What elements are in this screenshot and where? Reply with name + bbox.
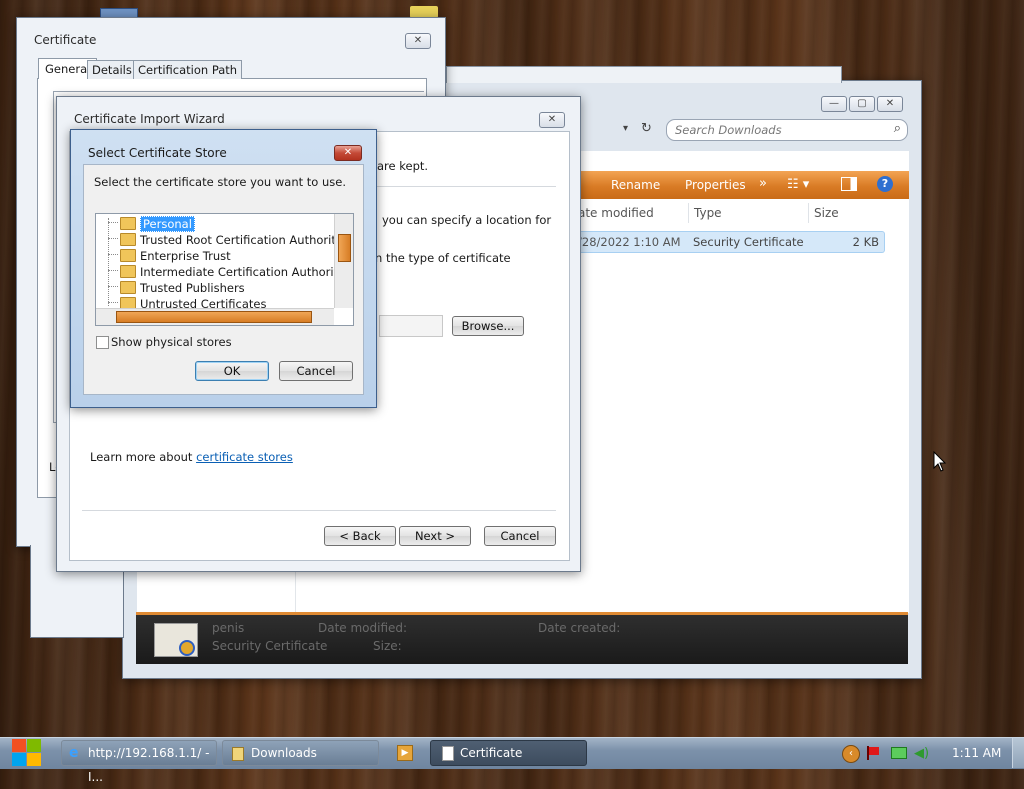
next-button[interactable]: Next > bbox=[399, 526, 471, 546]
taskbar-clock[interactable]: 1:11 AM bbox=[952, 746, 1001, 760]
browse-button[interactable]: Browse... bbox=[452, 316, 524, 336]
wizard-footer-separator bbox=[82, 510, 556, 511]
column-divider bbox=[808, 203, 809, 223]
search-box[interactable]: Search Downloads ⌕ bbox=[666, 119, 908, 141]
wizard-text-location: you can specify a location for bbox=[382, 213, 552, 227]
file-row-selected[interactable]: /28/2022 1:10 AM Security Certificate 2 … bbox=[578, 231, 885, 253]
network-icon[interactable] bbox=[891, 747, 907, 759]
minimize-button[interactable]: — bbox=[821, 96, 847, 112]
select-store-prompt: Select the certificate store you want to… bbox=[94, 175, 346, 189]
learn-more-label: Learn more about bbox=[90, 450, 197, 464]
tree-connector bbox=[108, 302, 118, 303]
start-button[interactable] bbox=[10, 738, 42, 766]
store-path-field[interactable] bbox=[379, 315, 443, 337]
show-desktop-button[interactable] bbox=[1012, 738, 1024, 768]
more-button[interactable]: » bbox=[759, 176, 767, 191]
folder-icon bbox=[232, 747, 244, 761]
tray-back-icon[interactable]: ‹ bbox=[842, 745, 860, 763]
tree-connector bbox=[108, 254, 118, 255]
help-icon[interactable]: ? bbox=[877, 176, 893, 192]
view-icon[interactable]: ☷ ▾ bbox=[787, 177, 809, 192]
back-button[interactable]: < Back bbox=[324, 526, 396, 546]
search-input[interactable]: Search Downloads bbox=[675, 123, 782, 137]
rename-button[interactable]: Rename bbox=[611, 178, 660, 192]
column-date-modified[interactable]: ate modified bbox=[578, 203, 654, 223]
tab-details[interactable]: Details bbox=[87, 60, 137, 79]
tree-item-trusted-root[interactable]: Trusted Root Certification Authorities bbox=[140, 232, 352, 248]
wizard-text-kept: are kept. bbox=[377, 159, 429, 173]
ok-button[interactable]: OK bbox=[195, 361, 269, 381]
tree-item-trusted-publishers[interactable]: Trusted Publishers bbox=[140, 280, 245, 296]
learn-more-text: Learn more about certificate stores bbox=[90, 450, 293, 464]
details-filetype: Security Certificate bbox=[212, 639, 328, 653]
media-player-icon[interactable]: ▶ bbox=[397, 745, 413, 761]
folder-icon bbox=[120, 249, 136, 262]
properties-button[interactable]: Properties bbox=[685, 178, 746, 192]
details-size-label: Size: bbox=[373, 639, 402, 653]
details-pane: penis Security Certificate Date modified… bbox=[136, 612, 908, 664]
wizard-text-type: n the type of certificate bbox=[375, 251, 511, 265]
wizard-cancel-button[interactable]: Cancel bbox=[484, 526, 556, 546]
volume-icon[interactable]: ◀) bbox=[914, 746, 929, 761]
refresh-icon[interactable]: ↻ bbox=[641, 121, 652, 136]
document-icon bbox=[442, 746, 454, 761]
folder-icon bbox=[120, 233, 136, 246]
taskbar-downloads-label: Downloads bbox=[251, 746, 317, 760]
details-date-created-label: Date created: bbox=[538, 621, 621, 635]
taskbar-item-downloads[interactable]: Downloads bbox=[222, 740, 379, 766]
taskbar-item-browser[interactable]: e http://192.168.1.1/ - I... bbox=[61, 740, 217, 784]
select-store-dialog: Select Certificate Store ✕ Select the ce… bbox=[70, 129, 377, 408]
taskbar-certificate-label: Certificate bbox=[460, 746, 523, 760]
column-divider bbox=[688, 203, 689, 223]
details-date-modified-label: Date modified: bbox=[318, 621, 408, 635]
file-size: 2 KB bbox=[852, 235, 879, 249]
tree-connector bbox=[108, 270, 118, 271]
column-size[interactable]: Size bbox=[814, 203, 839, 223]
certificate-window-title: Certificate bbox=[34, 33, 97, 47]
select-store-title: Select Certificate Store bbox=[88, 146, 227, 160]
wizard-close-button[interactable]: ✕ bbox=[539, 112, 565, 128]
close-button[interactable]: ✕ bbox=[877, 96, 903, 112]
tree-connector bbox=[108, 222, 118, 223]
tree-connector bbox=[108, 286, 118, 287]
select-store-close-button[interactable]: ✕ bbox=[334, 145, 362, 161]
address-dropdown-icon[interactable]: ▾ bbox=[623, 123, 628, 134]
tree-line bbox=[108, 218, 109, 306]
show-physical-label[interactable]: Show physical stores bbox=[111, 335, 232, 349]
folder-icon bbox=[120, 281, 136, 294]
tree-item-personal[interactable]: Personal bbox=[140, 216, 195, 232]
windows-logo-icon bbox=[12, 739, 42, 767]
tree-item-enterprise-trust[interactable]: Enterprise Trust bbox=[140, 248, 231, 264]
certificate-file-icon bbox=[154, 623, 198, 657]
tree-horizontal-scrollbar[interactable] bbox=[96, 308, 334, 325]
certificate-close-button[interactable]: ✕ bbox=[405, 33, 431, 49]
show-physical-checkbox[interactable] bbox=[96, 336, 109, 349]
file-type: Security Certificate bbox=[693, 235, 804, 249]
tree-item-intermediate[interactable]: Intermediate Certification Authorities bbox=[140, 264, 353, 280]
browser-window-partial bbox=[446, 66, 842, 83]
ie-icon: e bbox=[69, 745, 79, 761]
store-cancel-button[interactable]: Cancel bbox=[279, 361, 353, 381]
search-icon[interactable]: ⌕ bbox=[894, 121, 901, 136]
wizard-title: Certificate Import Wizard bbox=[74, 112, 225, 126]
taskbar-item-certificate[interactable]: Certificate bbox=[430, 740, 587, 766]
tree-connector bbox=[108, 238, 118, 239]
personal-label: Personal bbox=[140, 216, 195, 232]
preview-pane-icon[interactable] bbox=[841, 177, 857, 191]
horizontal-scroll-thumb[interactable] bbox=[116, 311, 312, 323]
details-filename: penis bbox=[212, 621, 245, 635]
column-type[interactable]: Type bbox=[694, 203, 722, 223]
action-center-flag-icon[interactable] bbox=[867, 746, 879, 760]
folder-icon bbox=[120, 217, 136, 230]
certificate-stores-link[interactable]: certificate stores bbox=[196, 450, 293, 464]
mouse-cursor bbox=[933, 451, 947, 472]
file-date: /28/2022 1:10 AM bbox=[578, 235, 681, 249]
maximize-button[interactable]: ▢ bbox=[849, 96, 875, 112]
tab-certification-path[interactable]: Certification Path bbox=[133, 60, 243, 79]
taskbar-browser-label: http://192.168.1.1/ - I... bbox=[88, 746, 210, 784]
tree-vertical-scrollbar[interactable] bbox=[334, 214, 353, 308]
folder-icon bbox=[120, 265, 136, 278]
vertical-scroll-thumb[interactable] bbox=[338, 234, 351, 262]
store-tree[interactable]: Personal Trusted Root Certification Auth… bbox=[95, 213, 354, 326]
